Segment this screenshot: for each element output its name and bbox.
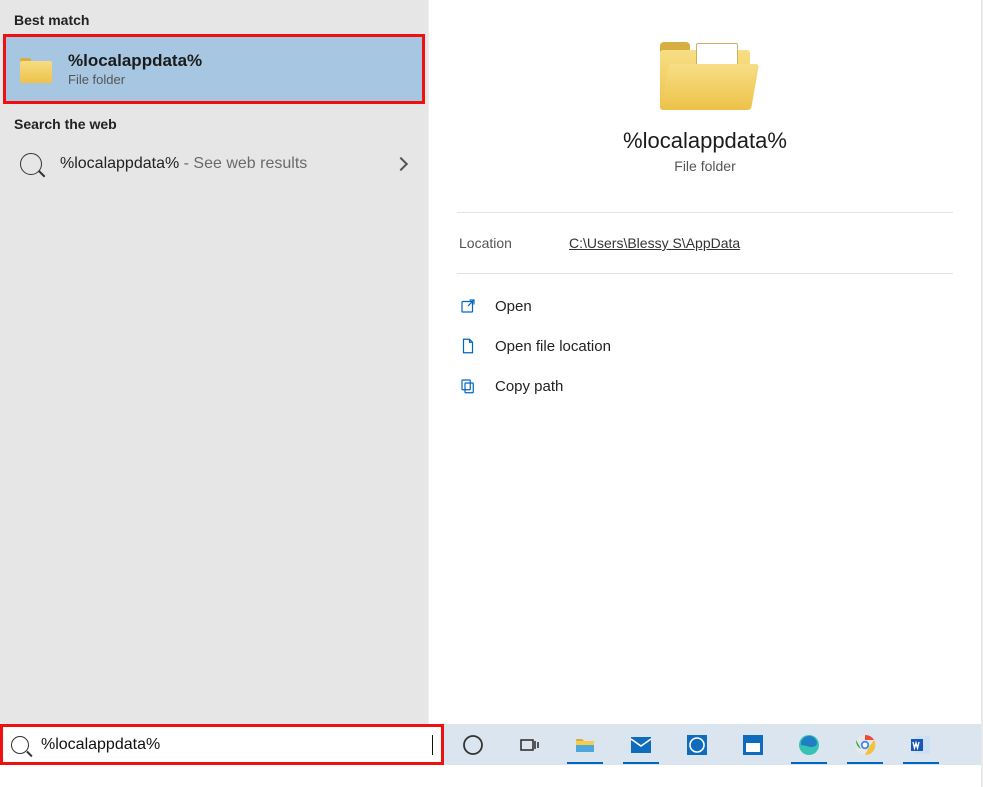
action-copy-path-label: Copy path	[495, 378, 563, 395]
open-icon	[459, 297, 477, 315]
action-open[interactable]: Open	[459, 286, 951, 326]
dell-icon	[685, 733, 709, 757]
folder-large-icon	[660, 36, 750, 110]
chrome-icon	[853, 733, 877, 757]
action-open-location-label: Open file location	[495, 338, 611, 355]
actions-list: Open Open file location Copy path	[429, 274, 981, 418]
location-row: Location C:\Users\Blessy S\AppData	[429, 213, 981, 273]
best-match-heading: Best match	[0, 0, 428, 34]
taskbar-file-explorer[interactable]	[562, 724, 608, 765]
search-results-panel: Best match %localappdata% File folder Se…	[0, 0, 428, 726]
open-location-icon	[459, 337, 477, 355]
task-view-icon	[517, 733, 541, 757]
search-icon	[11, 736, 29, 754]
file-explorer-icon	[573, 733, 597, 757]
cortana-icon	[461, 733, 485, 757]
text-caret	[432, 735, 433, 755]
action-copy-path[interactable]: Copy path	[459, 366, 951, 406]
web-result-term: %localappdata%	[60, 155, 179, 172]
action-open-label: Open	[495, 298, 532, 315]
edge-icon	[797, 733, 821, 757]
details-panel: %localappdata% File folder Location C:\U…	[428, 0, 981, 726]
taskbar-word[interactable]	[898, 724, 944, 765]
taskbar	[444, 724, 983, 765]
taskbar-edge[interactable]	[786, 724, 832, 765]
web-result[interactable]: %localappdata% - See web results	[0, 138, 428, 190]
result-text: %localappdata% File folder	[68, 50, 202, 89]
location-label: Location	[459, 235, 569, 251]
result-subtitle: File folder	[68, 72, 202, 89]
details-title: %localappdata%	[429, 128, 981, 154]
taskbar-calendar[interactable]	[730, 724, 776, 765]
details-subtitle: File folder	[429, 158, 981, 174]
taskbar-cortana[interactable]	[450, 724, 496, 765]
web-result-text: %localappdata% - See web results	[60, 155, 307, 173]
taskbar-task-view[interactable]	[506, 724, 552, 765]
word-icon	[909, 733, 933, 757]
taskbar-dell[interactable]	[674, 724, 720, 765]
taskbar-chrome[interactable]	[842, 724, 888, 765]
taskbar-search-box[interactable]	[0, 724, 444, 765]
search-icon	[20, 153, 42, 175]
location-path-link[interactable]: C:\Users\Blessy S\AppData	[569, 235, 740, 251]
search-input[interactable]	[41, 736, 432, 754]
result-title: %localappdata%	[68, 50, 202, 72]
search-web-heading: Search the web	[0, 104, 428, 138]
action-open-file-location[interactable]: Open file location	[459, 326, 951, 366]
taskbar-mail[interactable]	[618, 724, 664, 765]
copy-path-icon	[459, 377, 477, 395]
web-result-suffix: - See web results	[179, 155, 307, 172]
folder-icon	[20, 55, 52, 83]
mail-icon	[629, 733, 653, 757]
chevron-right-icon	[394, 157, 408, 171]
calendar-icon	[741, 733, 765, 757]
best-match-result[interactable]: %localappdata% File folder	[3, 34, 425, 104]
